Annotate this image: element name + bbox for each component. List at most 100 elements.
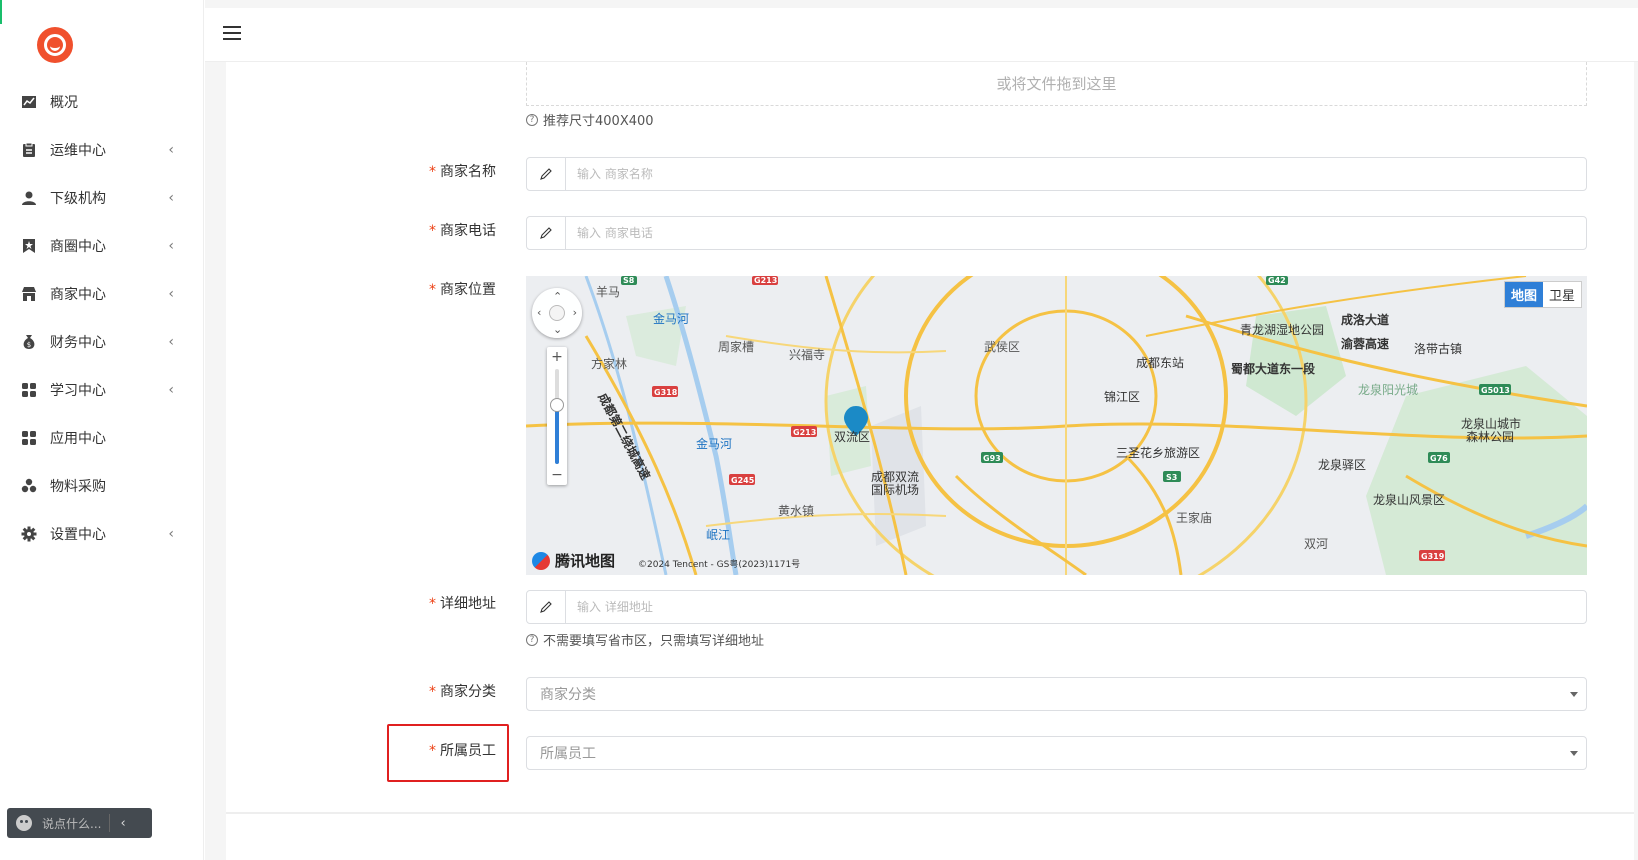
required-mark: * xyxy=(429,282,436,298)
pencil-icon xyxy=(527,158,566,190)
map-copyright: ©2024 Tencent - GS粤(2023)1171号 xyxy=(638,560,801,570)
smiley-icon xyxy=(16,815,32,831)
sidebar-item-label: 商家中心 xyxy=(50,287,106,303)
sidebar-item-label: 设置中心 xyxy=(50,527,106,543)
satellite-view-button[interactable]: 卫星 xyxy=(1543,282,1581,307)
svg-text:方家林: 方家林 xyxy=(591,356,627,371)
svg-text:龙泉山城市: 龙泉山城市 xyxy=(1461,416,1521,431)
zoom-out-button[interactable]: − xyxy=(547,467,567,483)
svg-text:锦江区: 锦江区 xyxy=(1104,390,1140,404)
zoom-level-fill xyxy=(555,405,559,464)
gear-icon xyxy=(20,525,38,543)
svg-text:龙泉阳光城: 龙泉阳光城 xyxy=(1358,383,1418,397)
map-view-button[interactable]: 地图 xyxy=(1504,282,1543,307)
chevron-left-icon: ‹ xyxy=(168,190,174,206)
svg-text:黄水镇: 黄水镇 xyxy=(778,504,814,518)
merchant-phone-label: * 商家电话 xyxy=(226,220,496,240)
merchant-name-input[interactable] xyxy=(566,158,1586,190)
label-text: 商家分类 xyxy=(440,684,496,700)
caret-down-icon xyxy=(1570,692,1578,697)
cubes-icon xyxy=(20,477,38,495)
pan-center[interactable] xyxy=(549,305,565,321)
map-type-toggle[interactable]: 地图 卫星 xyxy=(1503,281,1582,308)
svg-text:G213: G213 xyxy=(793,428,816,437)
money-bag-icon: $ xyxy=(20,333,38,351)
sidebar-item-ops-center[interactable]: 运维中心 ‹ xyxy=(0,126,204,174)
annotation-highlight-box xyxy=(387,724,509,782)
pan-left-icon[interactable]: ‹ xyxy=(537,307,541,318)
map-canvas[interactable]: 羊马 金马河 周家槽 兴福寺 方家林 武侯区 成都东站 青龙湖湿地公园 成洛大道… xyxy=(526,276,1587,575)
chevron-left-icon: ‹ xyxy=(168,142,174,158)
svg-text:双流区: 双流区 xyxy=(834,430,870,444)
chart-icon xyxy=(20,93,38,111)
location-map[interactable]: 羊马 金马河 周家槽 兴福寺 方家林 武侯区 成都东站 青龙湖湿地公园 成洛大道… xyxy=(526,276,1587,575)
svg-text:洛带古镇: 洛带古镇 xyxy=(1414,341,1462,356)
required-mark: * xyxy=(429,164,436,180)
menu-toggle-icon[interactable] xyxy=(223,26,241,40)
sidebar-item-business-district[interactable]: 商圈中心 ‹ xyxy=(0,222,204,270)
svg-text:金马河: 金马河 xyxy=(696,436,732,451)
merchant-phone-field[interactable] xyxy=(526,216,1587,250)
label-text: 商家电话 xyxy=(440,223,496,239)
sidebar-item-app-center[interactable]: 应用中心 xyxy=(0,414,204,462)
address-hint: ? 不需要填写省市区，只需填写详细地址 xyxy=(526,630,764,649)
sidebar-item-finance-center[interactable]: $ 财务中心 ‹ xyxy=(0,318,204,366)
address-input[interactable] xyxy=(566,591,1586,623)
bookmark-star-icon xyxy=(20,237,38,255)
chat-widget[interactable]: 说点什么... ‹ xyxy=(7,808,152,838)
zoom-in-button[interactable]: + xyxy=(547,349,567,365)
required-mark: * xyxy=(429,223,436,239)
sidebar-item-label: 概况 xyxy=(50,95,78,111)
map-pan-control[interactable]: ⌃ ‹ › ⌄ xyxy=(532,288,582,338)
sidebar-item-learning-center[interactable]: 学习中心 ‹ xyxy=(0,366,204,414)
sidebar-item-settings-center[interactable]: 设置中心 ‹ xyxy=(0,510,204,558)
map-brand-text: 腾讯地图 xyxy=(555,552,616,570)
svg-text:$: $ xyxy=(27,341,31,349)
svg-text:国际机场: 国际机场 xyxy=(871,483,919,497)
chevron-left-icon[interactable]: ‹ xyxy=(120,816,125,831)
sidebar-item-label: 应用中心 xyxy=(50,431,106,447)
svg-text:G76: G76 xyxy=(1430,454,1448,463)
address-field[interactable] xyxy=(526,590,1587,624)
panel-divider xyxy=(226,812,1634,814)
svg-text:双河: 双河 xyxy=(1304,537,1328,551)
sidebar-item-material-purchase[interactable]: 物料采购 xyxy=(0,462,204,510)
pan-right-icon[interactable]: › xyxy=(573,307,577,318)
svg-text:S8: S8 xyxy=(623,276,635,285)
svg-text:G93: G93 xyxy=(983,454,1001,463)
staff-select[interactable]: 所属员工 xyxy=(526,736,1587,770)
sidebar-nav: 概况 运维中心 ‹ 下级机构 ‹ 商圈中心 ‹ 商家中心 ‹ $ 财务中心 ‹ … xyxy=(0,78,204,558)
label-text: 商家位置 xyxy=(440,282,496,298)
sidebar-item-merchant-center[interactable]: 商家中心 ‹ xyxy=(0,270,204,318)
tencent-map-logo-icon xyxy=(532,551,550,570)
svg-text:森林公园: 森林公园 xyxy=(1466,429,1514,444)
merchant-name-label: * 商家名称 xyxy=(226,161,496,181)
upload-dropzone[interactable]: 或将文件拖到这里 xyxy=(526,62,1587,106)
category-select[interactable]: 商家分类 xyxy=(526,677,1587,711)
merchant-name-field[interactable] xyxy=(526,157,1587,191)
zoom-handle[interactable] xyxy=(550,398,564,413)
pan-down-icon[interactable]: ⌄ xyxy=(553,324,562,335)
zoom-slider[interactable] xyxy=(555,369,559,464)
required-mark: * xyxy=(429,596,436,612)
svg-text:龙泉山风景区: 龙泉山风景区 xyxy=(1373,493,1445,507)
chat-placeholder[interactable]: 说点什么... xyxy=(42,815,101,832)
sidebar-item-label: 学习中心 xyxy=(50,383,106,399)
upload-text: 或将文件拖到这里 xyxy=(996,75,1117,93)
caret-down-icon xyxy=(1570,751,1578,756)
map-zoom-control[interactable]: + − xyxy=(547,347,567,485)
category-placeholder: 商家分类 xyxy=(540,687,596,703)
app-logo[interactable] xyxy=(37,27,73,63)
svg-text:青龙湖湿地公园: 青龙湖湿地公园 xyxy=(1240,322,1324,337)
svg-text:龙泉驿区: 龙泉驿区 xyxy=(1318,458,1366,472)
sidebar-item-sub-org[interactable]: 下级机构 ‹ xyxy=(0,174,204,222)
chevron-left-icon: ‹ xyxy=(168,382,174,398)
merchant-location-label: * 商家位置 xyxy=(226,279,496,299)
label-text: 详细地址 xyxy=(440,596,496,612)
svg-text:成洛大道: 成洛大道 xyxy=(1341,312,1389,327)
svg-text:G42: G42 xyxy=(1268,276,1286,285)
merchant-phone-input[interactable] xyxy=(566,217,1586,249)
svg-text:G213: G213 xyxy=(754,276,777,285)
pan-up-icon[interactable]: ⌃ xyxy=(553,291,562,302)
sidebar-item-overview[interactable]: 概况 xyxy=(0,78,204,126)
